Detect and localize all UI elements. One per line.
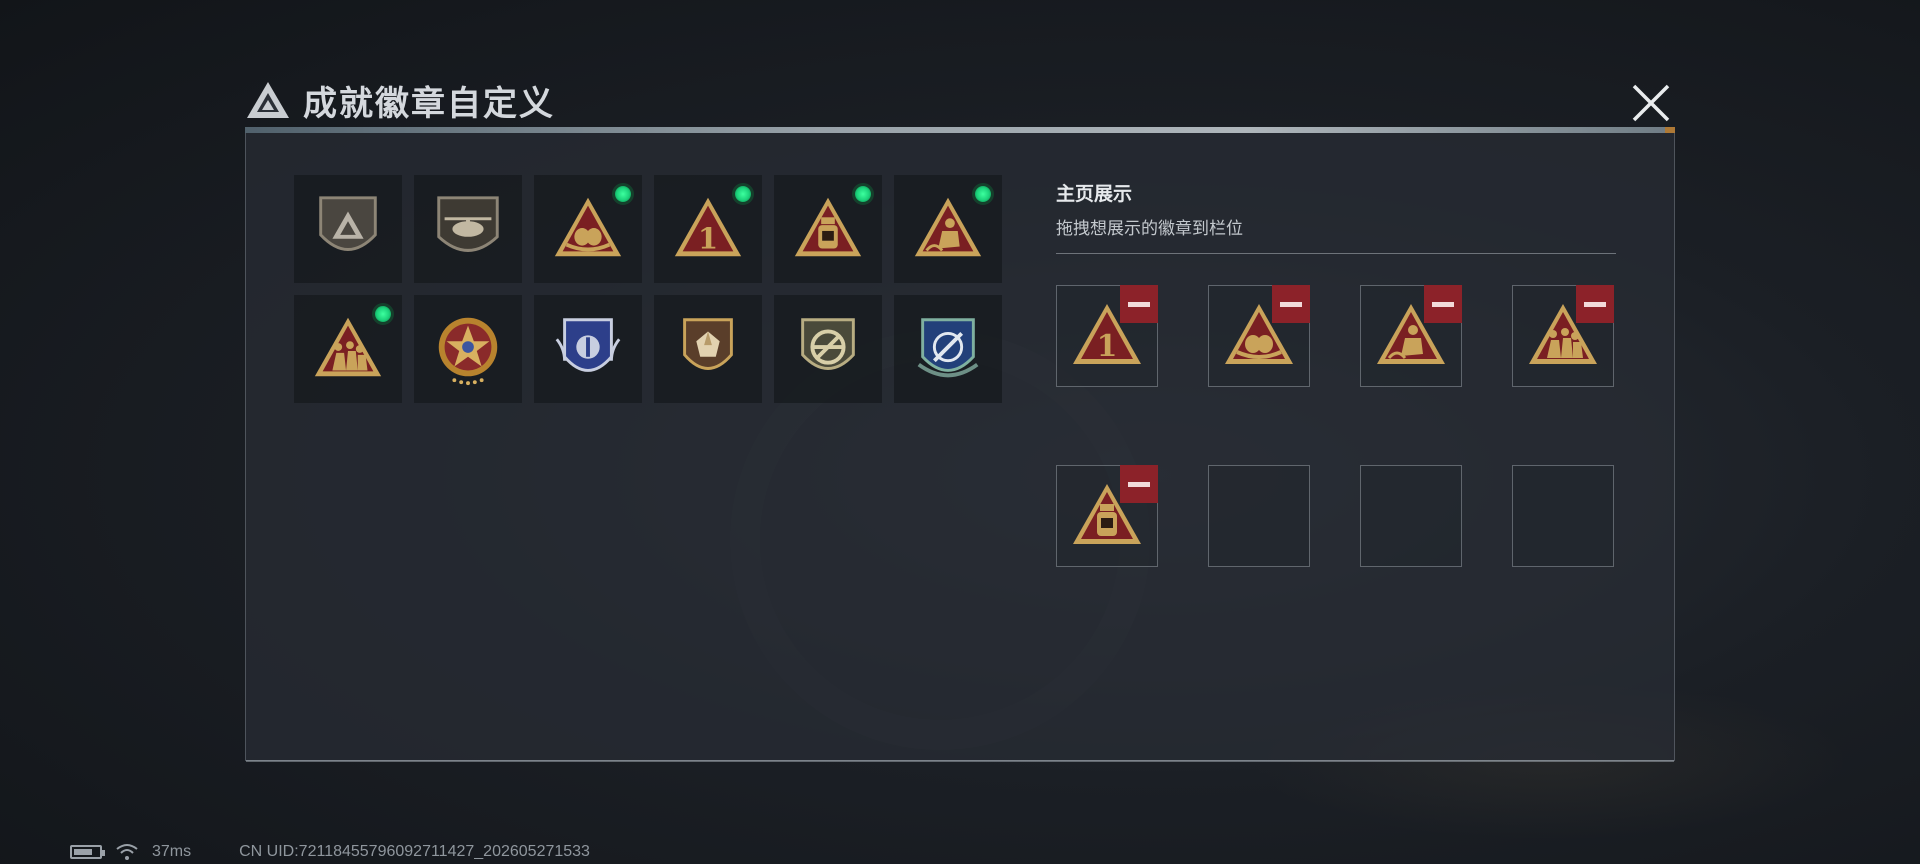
showcase-slots: 1 bbox=[1056, 285, 1614, 567]
new-indicator-dot bbox=[612, 183, 634, 205]
new-indicator-dot bbox=[852, 183, 874, 205]
latency-text: 37ms bbox=[152, 843, 192, 860]
badge-slot-inventory[interactable] bbox=[654, 295, 762, 403]
close-icon[interactable] bbox=[1628, 80, 1674, 126]
svg-text:1: 1 bbox=[698, 222, 718, 256]
badge-slot-inventory[interactable] bbox=[894, 175, 1002, 283]
showcase-slot-empty[interactable] bbox=[1360, 465, 1462, 567]
showcase-slot-filled[interactable]: 1 bbox=[1056, 285, 1158, 387]
badge-slot-inventory[interactable] bbox=[294, 295, 402, 403]
showcase-subtitle: 拖拽想展示的徽章到栏位 bbox=[1056, 219, 1243, 239]
uid-text: CN UID:7211845579609271142​7_20260527153… bbox=[239, 843, 590, 860]
new-indicator-dot bbox=[972, 183, 994, 205]
svg-text:1: 1 bbox=[1097, 329, 1118, 364]
showcase-slot-filled[interactable] bbox=[1360, 285, 1462, 387]
no-rifle-shield-badge-icon bbox=[801, 318, 855, 370]
showcase-header: 主页展示 拖拽想展示的徽章到栏位 bbox=[1056, 179, 1616, 254]
page-title: 成就徽章自定义 bbox=[303, 83, 555, 124]
badge-slot-inventory[interactable] bbox=[894, 295, 1002, 403]
showcase-slot-filled[interactable] bbox=[1512, 285, 1614, 387]
showcase-slot-empty[interactable] bbox=[1208, 465, 1310, 567]
showcase-slot-empty[interactable] bbox=[1512, 465, 1614, 567]
helicopter-shield-badge-icon bbox=[437, 196, 499, 252]
silver-triangle-shield-badge-icon bbox=[319, 196, 377, 251]
showcase-slot-filled[interactable] bbox=[1056, 465, 1158, 567]
badge-slot-inventory[interactable] bbox=[414, 295, 522, 403]
showcase-title: 主页展示 bbox=[1056, 183, 1133, 205]
wifi-icon bbox=[116, 844, 138, 860]
game-logo-icon bbox=[247, 82, 289, 118]
remove-badge-button[interactable] bbox=[1120, 285, 1158, 323]
showcase-divider bbox=[1056, 253, 1616, 254]
badge-slot-inventory[interactable] bbox=[534, 175, 642, 283]
new-indicator-dot bbox=[372, 303, 394, 325]
badge-slot-inventory[interactable] bbox=[774, 295, 882, 403]
showcase-slot-filled[interactable] bbox=[1208, 285, 1310, 387]
badge-panel: 1 主页展示 拖拽想展示的徽章到栏位 1 bbox=[245, 133, 1675, 762]
status-bar: 37ms CN UID:7211845579609271142​7_202605… bbox=[70, 843, 590, 861]
star-medallion-badge-icon bbox=[438, 317, 498, 386]
remove-badge-button[interactable] bbox=[1424, 285, 1462, 323]
new-indicator-dot bbox=[732, 183, 754, 205]
badge-slot-inventory[interactable]: 1 bbox=[654, 175, 762, 283]
remove-badge-button[interactable] bbox=[1272, 285, 1310, 323]
remove-badge-button[interactable] bbox=[1576, 285, 1614, 323]
badge-inventory-grid: 1 bbox=[294, 175, 1002, 403]
remove-badge-button[interactable] bbox=[1120, 465, 1158, 503]
badge-slot-inventory[interactable] bbox=[414, 175, 522, 283]
gem-shield-badge-icon bbox=[683, 318, 733, 370]
badge-slot-inventory[interactable] bbox=[774, 175, 882, 283]
blue-crosshair-wreath-badge-icon bbox=[917, 318, 979, 378]
blue-winged-shield-badge-icon bbox=[555, 318, 621, 372]
badge-slot-inventory[interactable] bbox=[534, 295, 642, 403]
battery-icon bbox=[70, 845, 105, 859]
badge-slot-inventory[interactable] bbox=[294, 175, 402, 283]
title-bar: 成就徽章自定义 bbox=[245, 78, 555, 124]
